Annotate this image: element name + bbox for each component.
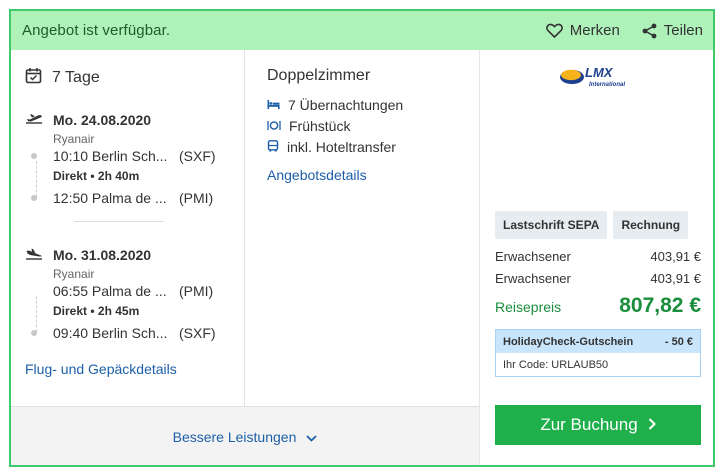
outbound-flight-type: Direkt [53,169,88,183]
return-arrival: 09:40 Berlin Sch... (SXF) [31,325,216,341]
voucher-code: Ihr Code: URLAUB50 [503,358,609,371]
share-label: Teilen [663,22,703,39]
return-departure: 06:55 Palma de ... (PMI) [31,283,213,299]
room-board-label: Frühstück [289,118,351,134]
more-services-toggle[interactable]: Bessere Leistungen [11,407,479,466]
trip-duration: 7 Tage [25,67,100,89]
save-label: Merken [569,22,620,39]
return-departure-code: (PMI) [179,283,214,299]
route-dot [31,330,37,336]
availability-text: Angebot ist verfügbar. [22,22,171,39]
return-arrival-time-city: 09:40 Berlin Sch... [53,325,168,341]
return-date-label: Mo. 31.08.2020 [53,247,152,263]
traveller-price-row: Erwachsener 403,91 € [495,271,701,286]
price-column: LMX International Lastschrift SEPA Rechn… [479,50,713,465]
outbound-departure-code: (SXF) [179,148,216,164]
calendar-icon [25,67,42,89]
outbound-date: Mo. 24.08.2020 [25,112,151,128]
total-price-row: Reisepreis 807,82 € [495,294,701,318]
room-column: Doppelzimmer 7 Übernachtungen Frühstück … [245,50,479,406]
return-arrival-code: (SXF) [179,325,216,341]
return-flight-info: Direkt • 2h 45m [53,304,140,318]
voucher-box: HolidayCheck-Gutschein - 50 € Ihr Code: … [495,329,701,377]
traveller-price: 403,91 € [650,271,701,286]
room-transfer-label: inkl. Hoteltransfer [287,139,396,155]
payment-tag-invoice: Rechnung [613,211,689,239]
voucher-discount: - 50 € [664,335,693,348]
offer-details-link[interactable]: Angebotsdetails [267,167,367,183]
share-button[interactable]: Teilen [642,22,703,39]
banner-actions: Merken Teilen [545,22,703,39]
provider-logo-subtext: International [589,82,625,88]
trip-duration-label: 7 Tage [52,69,100,86]
plane-landing-icon [25,247,43,263]
outbound-date-label: Mo. 24.08.2020 [53,112,152,128]
room-nights: 7 Übernachtungen [267,97,403,113]
voucher-title: HolidayCheck-Gutschein [503,335,634,348]
traveller-price-row: Erwachsener 403,91 € [495,249,701,264]
provider-logo: LMX International [558,64,638,92]
more-services-bar: Bessere Leistungen [11,406,479,465]
return-departure-time-city: 06:55 Palma de ... [53,283,167,299]
room-nights-label: 7 Übernachtungen [288,97,404,113]
outbound-departure-time-city: 10:10 Berlin Sch... [53,148,168,164]
share-icon [642,23,657,39]
leg-divider [74,221,164,222]
room-title: Doppelzimmer [267,67,371,84]
voucher-header: HolidayCheck-Gutschein - 50 € [496,330,700,353]
outbound-departure: 10:10 Berlin Sch... (SXF) [31,148,216,164]
book-button-label: Zur Buchung [540,415,638,434]
flight-column: 7 Tage Mo. 24.08.2020 Ryanair 10:10 Berl… [11,50,245,406]
meal-icon [267,118,281,134]
outbound-arrival: 12:50 Palma de ... (PMI) [31,190,213,206]
traveller-price: 403,91 € [650,249,701,264]
provider-logo-text: LMX [585,65,614,80]
room-board: Frühstück [267,118,350,134]
chevron-down-icon [306,429,318,445]
route-dot [31,153,37,159]
availability-banner: Angebot ist verfügbar. Merken Teilen [11,11,713,50]
traveller-label: Erwachsener [495,271,571,286]
payment-tag-sepa: Lastschrift SEPA [495,211,608,239]
return-flight-duration: 2h 45m [97,304,140,318]
book-button[interactable]: Zur Buchung [495,405,701,445]
total-price-value: 807,82 € [619,294,701,317]
return-flight-type: Direkt [53,304,88,318]
more-services-label: Bessere Leistungen [172,428,297,445]
heart-icon [545,23,563,38]
save-button[interactable]: Merken [545,22,620,39]
return-date: Mo. 31.08.2020 [25,247,151,263]
offer-card: Angebot ist verfügbar. Merken Teilen 7 T… [9,9,715,467]
bus-icon [267,139,279,155]
outbound-arrival-time-city: 12:50 Palma de ... [53,190,167,206]
room-transfer: inkl. Hoteltransfer [267,139,396,155]
outbound-airline: Ryanair [53,132,95,146]
route-dot [31,195,37,201]
traveller-label: Erwachsener [495,249,571,264]
outbound-flight-duration: 2h 40m [97,169,140,183]
outbound-arrival-code: (PMI) [179,190,214,206]
payment-methods: Lastschrift SEPA Rechnung [495,211,689,239]
chevron-right-icon [648,415,656,435]
outbound-flight-info: Direkt • 2h 40m [53,169,140,183]
return-airline: Ryanair [53,267,95,281]
flight-details-link[interactable]: Flug- und Gepäckdetails [25,361,177,377]
plane-takeoff-icon [25,112,43,128]
total-price-label: Reisepreis [495,299,562,315]
bed-icon [267,97,280,113]
